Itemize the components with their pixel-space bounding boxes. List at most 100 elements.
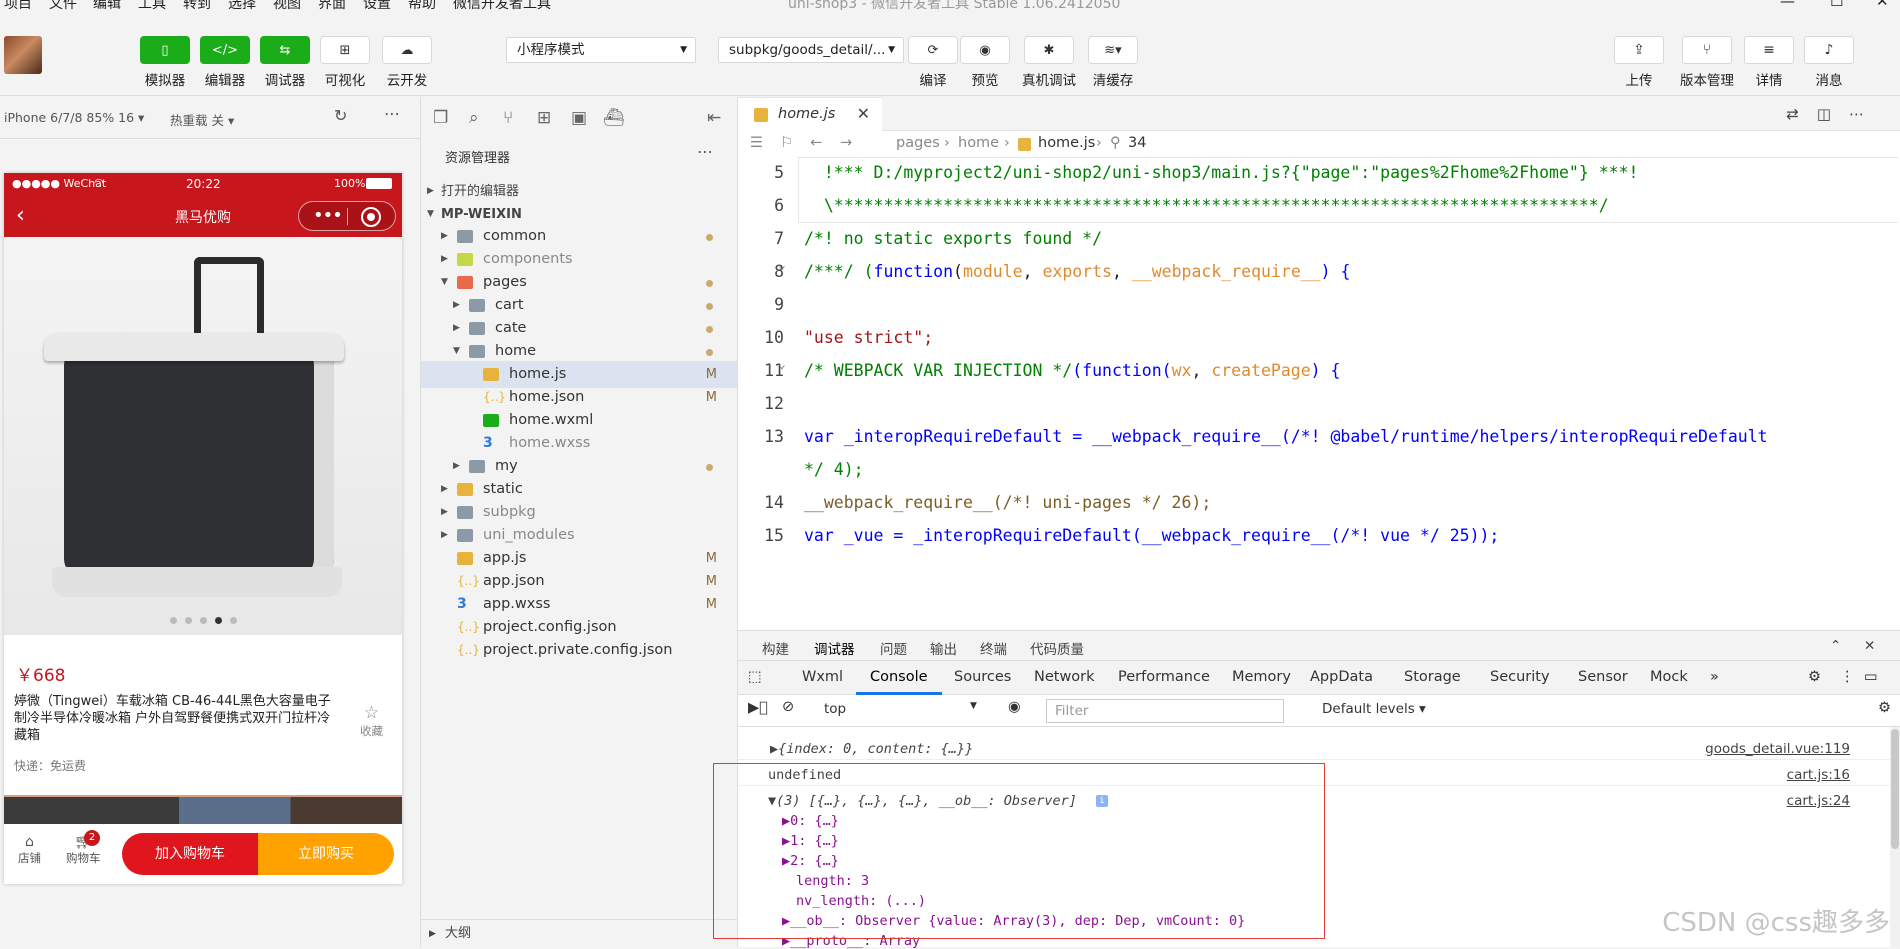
- filter-input[interactable]: Filter: [1046, 699, 1284, 723]
- extensions-icon[interactable]: ⊞: [537, 108, 551, 128]
- tab-terminal[interactable]: 终端: [980, 638, 1007, 658]
- tab-memory[interactable]: Memory: [1232, 669, 1291, 685]
- menu-project[interactable]: 项目: [4, 0, 32, 10]
- source-control-icon[interactable]: ⑂: [503, 108, 513, 128]
- tab-performance[interactable]: Performance: [1118, 669, 1210, 685]
- tab-sensor[interactable]: Sensor: [1578, 669, 1628, 685]
- more-icon[interactable]: ⋯: [697, 142, 713, 161]
- context-select[interactable]: top: [824, 701, 846, 717]
- menu-select[interactable]: 选择: [228, 0, 256, 10]
- upload-button[interactable]: ⇪ 上传: [1614, 36, 1664, 89]
- favorite-button[interactable]: ☆ 收藏: [360, 703, 383, 739]
- close-window-icon[interactable]: ✕: [1876, 0, 1889, 10]
- menu-goto[interactable]: 转到: [183, 0, 211, 10]
- menu-tools[interactable]: 工具: [138, 0, 166, 10]
- capsule-menu[interactable]: •••: [298, 201, 396, 231]
- breadcrumb-symbol[interactable]: 34: [1128, 135, 1146, 151]
- menu-edit[interactable]: 编辑: [93, 0, 121, 10]
- tab-mock[interactable]: Mock: [1650, 669, 1688, 685]
- simulator-button[interactable]: ▯ 模拟器: [140, 36, 190, 89]
- tab-sources[interactable]: Sources: [954, 669, 1011, 685]
- cart-button[interactable]: 🛒︎ 2 购物车: [66, 830, 101, 866]
- close-circle-icon[interactable]: [361, 207, 381, 227]
- editor-actions[interactable]: ⇄◫⋯: [1786, 105, 1882, 123]
- search-icon[interactable]: ⌕: [469, 108, 479, 128]
- menu-help[interactable]: 帮助: [408, 0, 436, 10]
- real-device-debug-button[interactable]: ✱ 真机调试: [1022, 36, 1076, 89]
- tab-output[interactable]: 输出: [930, 638, 957, 658]
- shop-button[interactable]: ⌂ 店铺: [18, 834, 41, 866]
- more-vert-icon[interactable]: ⋮: [1840, 669, 1855, 685]
- gear-icon[interactable]: ⚙: [1808, 669, 1821, 685]
- close-icon[interactable]: ✕: [1864, 638, 1875, 654]
- chevron-up-icon[interactable]: ⌃: [1830, 638, 1841, 654]
- avatar[interactable]: [4, 36, 42, 74]
- fold-icon[interactable]: ⌄: [778, 357, 786, 372]
- menu-settings[interactable]: 设置: [363, 0, 391, 10]
- menu-file[interactable]: 文件: [49, 0, 77, 10]
- maximize-icon[interactable]: ☐: [1830, 0, 1843, 10]
- swiper-dots[interactable]: [4, 613, 402, 627]
- close-icon[interactable]: ✕: [857, 104, 870, 123]
- files-icon[interactable]: ❐: [433, 108, 448, 128]
- details-button[interactable]: ≡ 详情: [1744, 36, 1794, 89]
- page-select[interactable]: subpkg/goods_detail/... ▼: [718, 37, 904, 63]
- bookmark-icon[interactable]: ⚐: [780, 135, 793, 151]
- menu-interface[interactable]: 界面: [318, 0, 346, 10]
- docker-icon[interactable]: ⛴: [603, 108, 625, 128]
- tab-build[interactable]: 构建: [762, 638, 789, 658]
- collapse-sidebar-icon[interactable]: ⇤: [707, 108, 721, 128]
- fold-icon[interactable]: ⌄: [778, 258, 786, 273]
- buy-now-button[interactable]: 立即购买: [258, 833, 394, 875]
- clear-cache-button[interactable]: ≋▾ 清缓存: [1088, 36, 1138, 89]
- code-lines[interactable]: 5 !*** D:/myproject2/uni-shop2/uni-shop3…: [738, 157, 1900, 630]
- version-button[interactable]: ⑂ 版本管理: [1680, 36, 1734, 89]
- mode-select[interactable]: 小程序模式 ▼: [506, 37, 696, 63]
- menu-devtools[interactable]: 微信开发者工具: [453, 0, 551, 10]
- preview-button[interactable]: ◉ 预览: [960, 36, 1010, 89]
- tab-appdata[interactable]: AppData: [1310, 669, 1373, 685]
- tab-code-quality[interactable]: 代码质量: [1030, 638, 1084, 658]
- product-image[interactable]: [4, 237, 402, 635]
- more-icon[interactable]: ⋯: [384, 104, 400, 123]
- tab-storage[interactable]: Storage: [1404, 669, 1461, 685]
- tab-home-js[interactable]: home.js ✕: [738, 97, 882, 131]
- sidebar-toggle-icon[interactable]: ▶⃞: [748, 700, 768, 716]
- compile-button[interactable]: ⟳ 编译: [908, 36, 958, 89]
- list-icon[interactable]: ☰: [750, 135, 763, 151]
- tab-console[interactable]: Console: [870, 669, 928, 685]
- breadcrumb-pages[interactable]: pages: [896, 135, 940, 151]
- gear-icon[interactable]: ⚙: [1878, 700, 1891, 716]
- cloud-button[interactable]: ☁ 云开发: [382, 36, 432, 89]
- minimize-icon[interactable]: —: [1780, 0, 1795, 10]
- visual-button[interactable]: ⊞ 可视化: [320, 36, 370, 89]
- messages-button[interactable]: ♪ 消息: [1804, 36, 1854, 89]
- editor-button[interactable]: </> 编辑器: [200, 36, 250, 89]
- tab-wxml[interactable]: Wxml: [802, 669, 843, 685]
- debugger-button[interactable]: ⇆ 调试器: [260, 36, 310, 89]
- tab-problems[interactable]: 问题: [880, 638, 907, 658]
- more-tabs-icon[interactable]: »: [1710, 669, 1719, 685]
- tab-security[interactable]: Security: [1490, 669, 1550, 685]
- dock-icon[interactable]: ▭: [1864, 669, 1878, 685]
- tab-network[interactable]: Network: [1034, 669, 1095, 685]
- inspect-icon[interactable]: ⬚: [748, 669, 762, 685]
- cart-icon: 🛒︎ 2: [66, 830, 101, 850]
- hot-reload-toggle[interactable]: 热重载 关 ▾: [170, 110, 234, 129]
- breadcrumb-home[interactable]: home: [958, 135, 999, 151]
- outline-section[interactable]: ▶ 大纲: [421, 919, 737, 947]
- breadcrumb-file[interactable]: home.js: [1038, 135, 1095, 151]
- more-dots-icon[interactable]: •••: [313, 205, 343, 226]
- debug-panel-icon[interactable]: ▣: [571, 108, 587, 128]
- add-to-cart-button[interactable]: 加入购物车: [122, 833, 258, 875]
- levels-select[interactable]: Default levels ▾: [1322, 701, 1426, 717]
- console-scrollbar[interactable]: [1890, 727, 1900, 948]
- device-select[interactable]: iPhone 6/7/8 85% 16 ▾: [4, 110, 144, 125]
- rotate-icon[interactable]: ↻: [334, 106, 347, 125]
- eye-icon[interactable]: ◉: [1008, 699, 1021, 715]
- back-arrow-icon[interactable]: ←: [810, 135, 822, 151]
- forward-arrow-icon[interactable]: →: [840, 135, 852, 151]
- clear-console-icon[interactable]: ⊘: [782, 699, 794, 715]
- tree-item-project-private-config[interactable]: {..} project.private.config.json: [421, 637, 737, 664]
- menu-view[interactable]: 视图: [273, 0, 301, 10]
